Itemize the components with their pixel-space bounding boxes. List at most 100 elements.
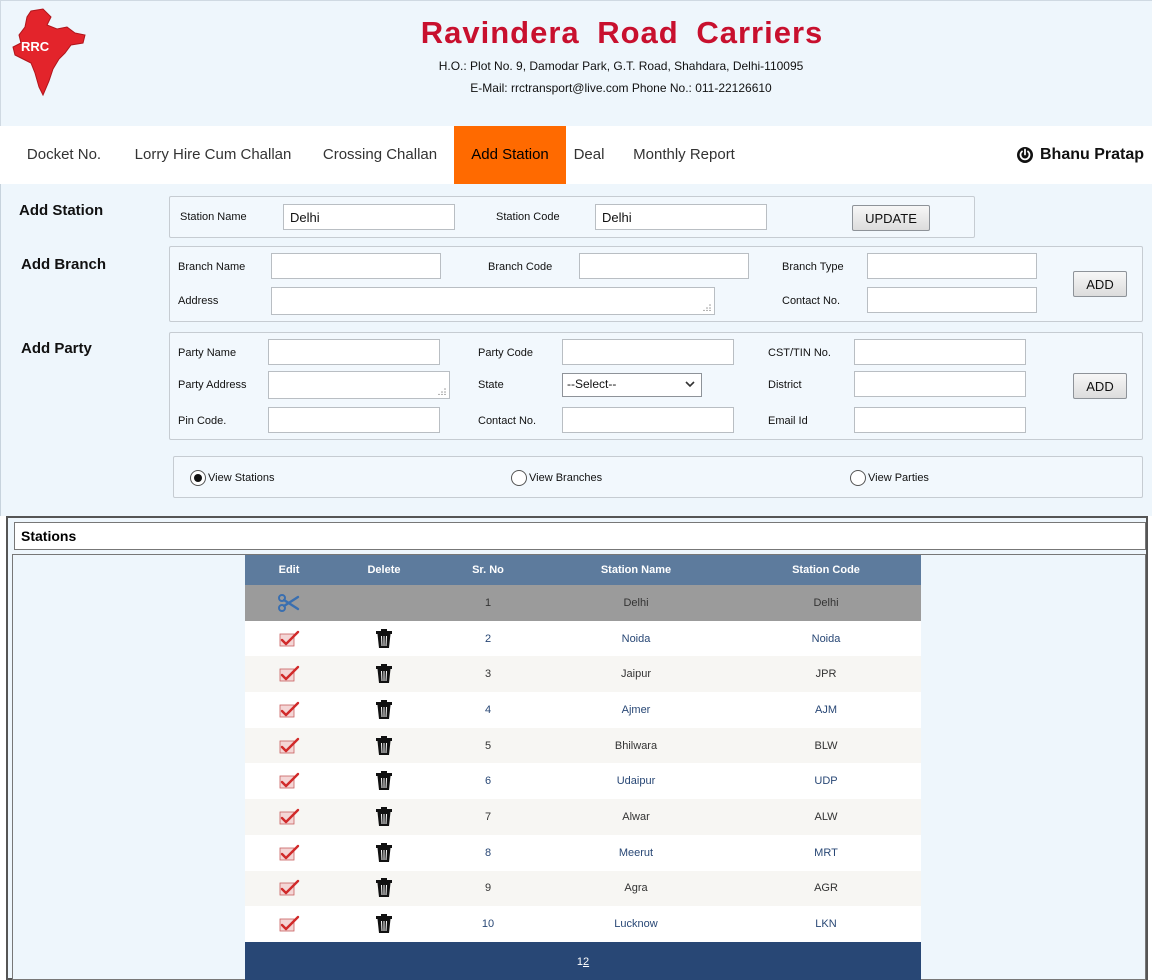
branch-type-label: Branch Type — [782, 261, 844, 273]
party-name-input[interactable] — [268, 339, 440, 365]
pencil-check-icon[interactable] — [278, 915, 300, 933]
table-row: 5 Bhilwara BLW — [245, 727, 921, 764]
company-contact: E-Mail: rrctransport@live.com Phone No.:… — [470, 81, 772, 95]
delete-cell — [333, 620, 435, 657]
edit-cell — [245, 763, 333, 800]
pencil-check-icon[interactable] — [278, 879, 300, 897]
nav-item-deal[interactable]: Deal — [566, 126, 612, 184]
branch-name-label: Branch Name — [178, 261, 246, 273]
nav-item-crossing-challan[interactable]: Crossing Challan — [306, 126, 454, 184]
table-row: 6 Udaipur UDP — [245, 763, 921, 800]
user-menu[interactable]: Bhanu Pratap — [1016, 126, 1144, 184]
station-code-cell: BLW — [731, 727, 921, 764]
delete-cell — [333, 727, 435, 764]
stations-panel: Stations Edit Delete Sr. No Station Name… — [6, 516, 1148, 980]
delete-cell — [333, 834, 435, 871]
state-label: State — [478, 379, 504, 391]
district-label: District — [768, 379, 802, 391]
station-code-input[interactable] — [595, 204, 767, 230]
edit-cell — [245, 620, 333, 657]
radio-circle[interactable] — [511, 470, 527, 486]
station-code-cell: AJM — [731, 692, 921, 728]
pager-cell: 12 — [245, 941, 921, 980]
party-address-input[interactable] — [268, 371, 450, 399]
trash-icon[interactable] — [375, 771, 393, 791]
pin-code-input[interactable] — [268, 407, 440, 433]
radio-view-parties[interactable]: View Parties — [850, 470, 929, 486]
edit-cell — [245, 692, 333, 728]
station-code-cell: Delhi — [731, 585, 921, 621]
scissors-icon[interactable] — [278, 593, 300, 612]
form-area: Add Station Station Name Station Code UP… — [0, 184, 1152, 516]
pencil-check-icon[interactable] — [278, 844, 300, 862]
resize-grip-icon[interactable] — [703, 303, 711, 311]
trash-icon[interactable] — [375, 842, 393, 863]
edit-cell — [245, 656, 333, 693]
table-row: 3 Jaipur JPR — [245, 656, 921, 693]
state-select[interactable]: --Select-- — [562, 373, 702, 397]
station-name-cell: Noida — [541, 620, 731, 657]
branch-name-input[interactable] — [271, 253, 441, 279]
table-row: 2 Noida Noida — [245, 620, 921, 657]
radio-view-branches[interactable]: View Branches — [511, 470, 602, 486]
pencil-check-icon[interactable] — [278, 665, 300, 683]
edit-cell — [245, 870, 333, 907]
sr-no-cell: 3 — [435, 656, 541, 693]
branch-type-input[interactable] — [867, 253, 1037, 279]
branch-contact-input[interactable] — [867, 287, 1037, 313]
trash-icon[interactable] — [375, 628, 393, 649]
party-code-input[interactable] — [562, 339, 734, 365]
party-code-label: Party Code — [478, 347, 534, 359]
delete-cell — [333, 799, 435, 835]
nav-item-add-station[interactable]: Add Station — [454, 126, 566, 184]
pager-link-page-2[interactable]: 2 — [583, 956, 589, 968]
radio-circle[interactable] — [190, 470, 206, 486]
pencil-check-icon[interactable] — [278, 630, 300, 648]
cst-tin-input[interactable] — [854, 339, 1026, 365]
radio-view-stations[interactable]: View Stations — [190, 470, 274, 486]
trash-icon[interactable] — [375, 914, 393, 934]
pin-code-label: Pin Code. — [178, 415, 227, 427]
add-branch-heading: Add Branch — [21, 256, 107, 273]
station-code-cell: JPR — [731, 656, 921, 693]
sr-no-cell: 10 — [435, 906, 541, 942]
nav-item-lorry-hire[interactable]: Lorry Hire Cum Challan — [120, 126, 306, 184]
column-header-station-code: Station Code — [731, 555, 921, 585]
sr-no-cell: 2 — [435, 620, 541, 657]
station-name-input[interactable] — [283, 204, 455, 230]
branch-address-input[interactable] — [271, 287, 715, 315]
power-icon[interactable] — [1016, 146, 1034, 164]
trash-icon[interactable] — [375, 878, 393, 898]
station-name-cell: Udaipur — [541, 763, 731, 800]
radio-label: View Stations — [208, 472, 275, 484]
station-name-cell: Lucknow — [541, 906, 731, 942]
column-header-station-name: Station Name — [541, 555, 731, 585]
pencil-check-icon[interactable] — [278, 701, 300, 719]
update-station-button[interactable]: UPDATE — [852, 205, 930, 231]
nav-item-docket[interactable]: Docket No. — [8, 126, 120, 184]
nav-item-monthly-report[interactable]: Monthly Report — [612, 126, 756, 184]
radio-label: View Branches — [529, 472, 603, 484]
main-nav: Docket No. Lorry Hire Cum Challan Crossi… — [0, 126, 1152, 184]
add-party-button[interactable]: ADD — [1073, 373, 1127, 399]
district-input[interactable] — [854, 371, 1026, 397]
sr-no-cell: 5 — [435, 727, 541, 764]
pencil-check-icon[interactable] — [278, 772, 300, 790]
company-address: H.O.: Plot No. 9, Damodar Park, G.T. Roa… — [438, 59, 804, 73]
email-input[interactable] — [854, 407, 1026, 433]
add-branch-button[interactable]: ADD — [1073, 271, 1127, 297]
pencil-check-icon[interactable] — [278, 808, 300, 826]
stations-title: Stations — [14, 522, 1146, 550]
trash-icon[interactable] — [375, 664, 393, 684]
radio-circle[interactable] — [850, 470, 866, 486]
trash-icon[interactable] — [375, 806, 393, 827]
trash-icon[interactable] — [375, 735, 393, 756]
branch-code-input[interactable] — [579, 253, 749, 279]
station-name-cell: Delhi — [541, 585, 731, 621]
party-contact-input[interactable] — [562, 407, 734, 433]
trash-icon[interactable] — [375, 699, 393, 720]
branch-code-label: Branch Code — [488, 261, 553, 273]
pencil-check-icon[interactable] — [278, 737, 300, 755]
station-name-cell: Meerut — [541, 834, 731, 871]
resize-grip-icon[interactable] — [438, 387, 446, 395]
